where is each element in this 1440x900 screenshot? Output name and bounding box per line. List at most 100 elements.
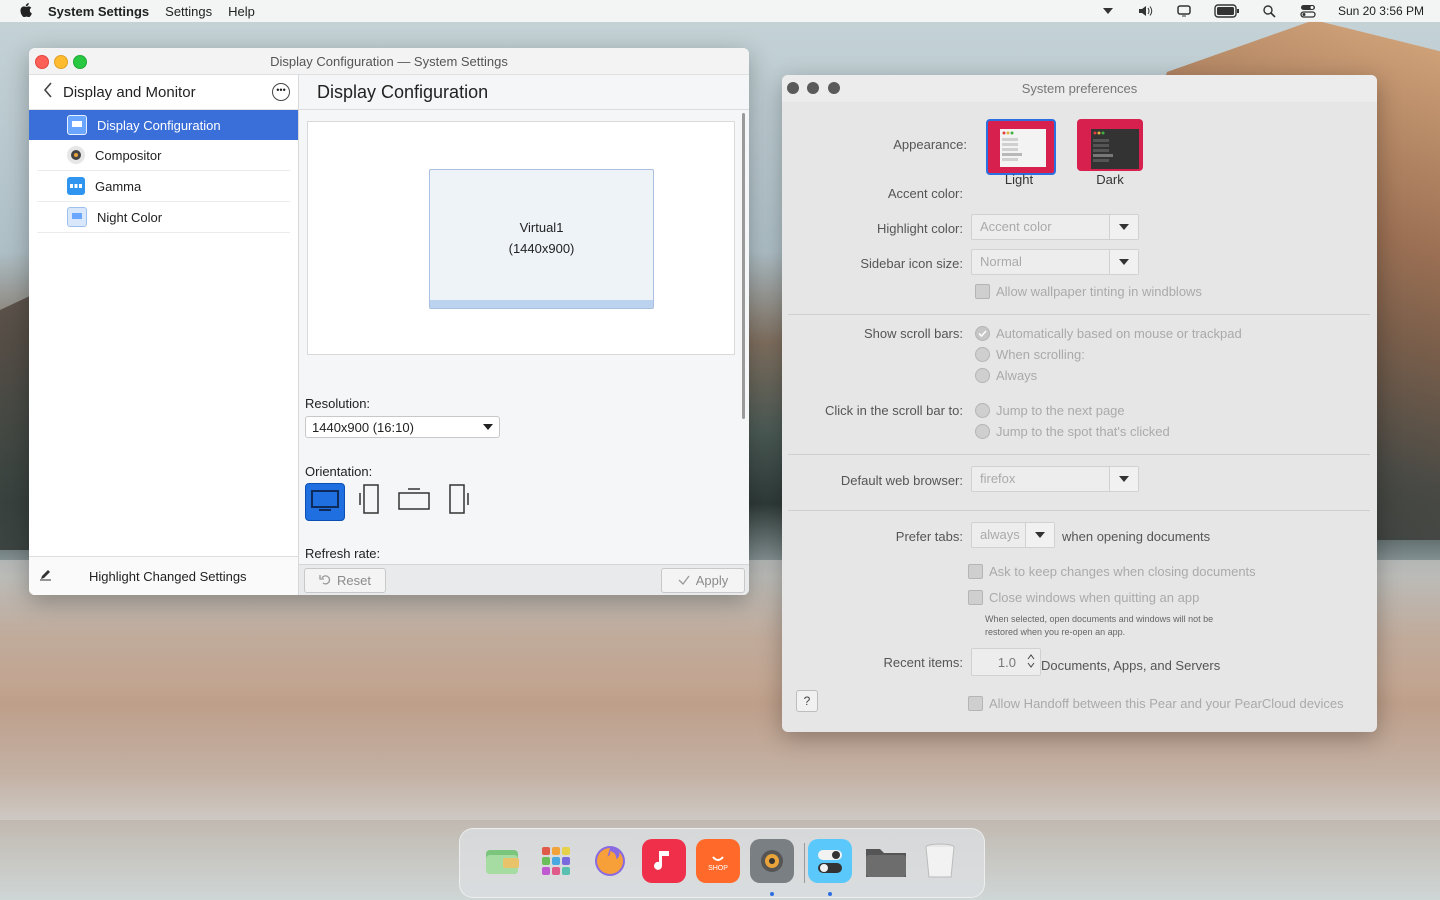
- display-config-icon: [67, 115, 87, 135]
- folder-icon[interactable]: [864, 839, 908, 883]
- recent-items-label: Recent items:: [883, 655, 963, 670]
- help-button[interactable]: ?: [796, 690, 818, 712]
- dropdown-caret-icon[interactable]: [1100, 4, 1116, 18]
- menubar: System Settings Settings Help Sun 20 3:5…: [0, 0, 1440, 22]
- volume-icon[interactable]: [1138, 4, 1154, 18]
- ask-keep-changes-checkbox[interactable]: Ask to keep changes when closing documen…: [968, 564, 1256, 579]
- compositor-icon: [67, 146, 85, 164]
- window-titlebar[interactable]: System preferences: [782, 75, 1377, 102]
- zoom-button[interactable]: [73, 55, 87, 69]
- theme-dark-thumbnail: [1091, 129, 1139, 169]
- jump-spot-clicked-radio[interactable]: Jump to the spot that's clicked: [975, 424, 1170, 439]
- prefer-tabs-dropdown[interactable]: always: [971, 522, 1055, 548]
- battery-icon[interactable]: [1214, 4, 1240, 18]
- orientation-portrait-left-button[interactable]: [350, 483, 388, 519]
- radio-selected-icon: [975, 326, 990, 341]
- refresh-rate-label: Refresh rate:: [305, 546, 381, 561]
- menu-settings[interactable]: Settings: [165, 4, 212, 19]
- sidebar-item-display-configuration[interactable]: Display Configuration: [29, 110, 298, 140]
- sidebar-title: Display and Monitor: [63, 83, 196, 101]
- jump-spot-clicked-label: Jump to the spot that's clicked: [996, 424, 1170, 439]
- monitor-bar: [430, 300, 653, 308]
- settings-icon[interactable]: [750, 839, 794, 883]
- music-icon[interactable]: [642, 839, 686, 883]
- page-title: Display Configuration: [299, 75, 749, 110]
- control-center-icon[interactable]: [1300, 4, 1316, 18]
- menu-app-name[interactable]: System Settings: [48, 4, 149, 19]
- prefer-tabs-label: Prefer tabs:: [895, 529, 963, 544]
- jump-next-page-radio[interactable]: Jump to the next page: [975, 403, 1125, 418]
- preferences-icon[interactable]: [808, 839, 852, 883]
- scroll-always-radio[interactable]: Always: [975, 368, 1037, 383]
- resolution-label: Resolution:: [305, 396, 371, 411]
- divider: [788, 510, 1370, 511]
- main-panel: Display Configuration Virtual1 (1440x900…: [299, 75, 749, 595]
- ask-keep-changes-label: Ask to keep changes when closing documen…: [989, 564, 1256, 579]
- more-options-icon[interactable]: •••: [272, 83, 290, 101]
- system-preferences-window: System preferences Appearance: Light Dar…: [782, 75, 1377, 732]
- apple-menu-icon[interactable]: [18, 2, 34, 20]
- default-browser-dropdown[interactable]: firefox: [971, 466, 1139, 492]
- accent-color-label: Accent color:: [887, 186, 963, 201]
- running-indicator: [770, 892, 774, 896]
- orientation-flipped-button[interactable]: [395, 483, 433, 519]
- wallpaper-tinting-checkbox[interactable]: Allow wallpaper tinting in windblows: [975, 284, 1202, 299]
- resolution-select[interactable]: 1440x900 (16:10): [305, 416, 500, 438]
- sidebar-item-compositor[interactable]: Compositor: [37, 140, 290, 171]
- scroll-auto-label: Automatically based on mouse or trackpad: [996, 326, 1242, 341]
- close-button[interactable]: [35, 55, 49, 69]
- close-windows-checkbox[interactable]: Close windows when quitting an app: [968, 590, 1199, 605]
- minimize-button[interactable]: [54, 55, 68, 69]
- sidebar-item-gamma[interactable]: Gamma: [37, 171, 290, 202]
- files-manager-icon[interactable]: [480, 839, 524, 883]
- orientation-landscape-button[interactable]: [305, 483, 345, 521]
- theme-dark-option[interactable]: [1077, 119, 1143, 171]
- clock[interactable]: Sun 20 3:56 PM: [1338, 4, 1424, 18]
- orientation-portrait-right-button[interactable]: [440, 483, 478, 519]
- running-indicator: [828, 892, 832, 896]
- highlight-changed-settings-button[interactable]: Highlight Changed Settings: [29, 556, 298, 595]
- window-titlebar[interactable]: Display Configuration — System Settings: [29, 48, 749, 75]
- close-button[interactable]: [787, 82, 799, 94]
- sidebar-item-night-color[interactable]: Night Color: [37, 202, 290, 233]
- firefox-icon[interactable]: [588, 839, 632, 883]
- menu-help[interactable]: Help: [228, 4, 255, 19]
- orientation-label: Orientation:: [305, 464, 373, 479]
- show-scroll-bars-label: Show scroll bars:: [864, 326, 963, 341]
- shop-icon[interactable]: SHOP: [696, 839, 740, 883]
- portrait-right-monitor-icon: [448, 483, 470, 520]
- monitor-preview-area: Virtual1 (1440x900): [307, 121, 735, 355]
- stepper-arrows-icon: [1027, 653, 1035, 672]
- chevron-down-icon: [483, 417, 493, 439]
- zoom-button[interactable]: [828, 82, 840, 94]
- display-icon[interactable]: [1176, 4, 1192, 18]
- gamma-icon: [67, 177, 85, 195]
- dock-separator: [804, 843, 805, 883]
- chevron-down-icon: [1025, 523, 1054, 547]
- reset-button[interactable]: Reset: [304, 568, 386, 593]
- scroll-auto-radio[interactable]: Automatically based on mouse or trackpad: [975, 326, 1242, 341]
- click-scroll-bar-label: Click in the scroll bar to:: [825, 403, 963, 418]
- search-icon[interactable]: [1262, 4, 1278, 18]
- handoff-label: Allow Handoff between this Pear and your…: [989, 696, 1344, 711]
- back-icon[interactable]: [33, 81, 63, 103]
- highlight-color-dropdown[interactable]: Accent color: [971, 214, 1139, 240]
- monitor-virtual1[interactable]: Virtual1 (1440x900): [429, 169, 654, 309]
- recent-items-value: 1.0: [997, 655, 1016, 670]
- sidebar-item-label: Compositor: [95, 147, 162, 163]
- checkbox-box: [968, 590, 983, 605]
- minimize-button[interactable]: [807, 82, 819, 94]
- scroll-when-scrolling-radio[interactable]: When scrolling:: [975, 347, 1085, 362]
- apply-button[interactable]: Apply: [661, 568, 745, 593]
- monitor-resolution: (1440x900): [508, 241, 575, 256]
- handoff-checkbox[interactable]: Allow Handoff between this Pear and your…: [968, 696, 1344, 711]
- highlight-color-label: Highlight color:: [877, 221, 963, 236]
- theme-light-option[interactable]: [986, 119, 1056, 175]
- launcher-icon[interactable]: [534, 839, 578, 883]
- sidebar-icon-size-dropdown[interactable]: Normal: [971, 249, 1139, 275]
- sidebar-item-label: Display Configuration: [97, 117, 221, 133]
- vertical-scrollbar[interactable]: [742, 113, 745, 419]
- trash-icon[interactable]: [918, 839, 962, 883]
- radio-icon: [975, 347, 990, 362]
- recent-items-stepper[interactable]: 1.0: [971, 648, 1041, 676]
